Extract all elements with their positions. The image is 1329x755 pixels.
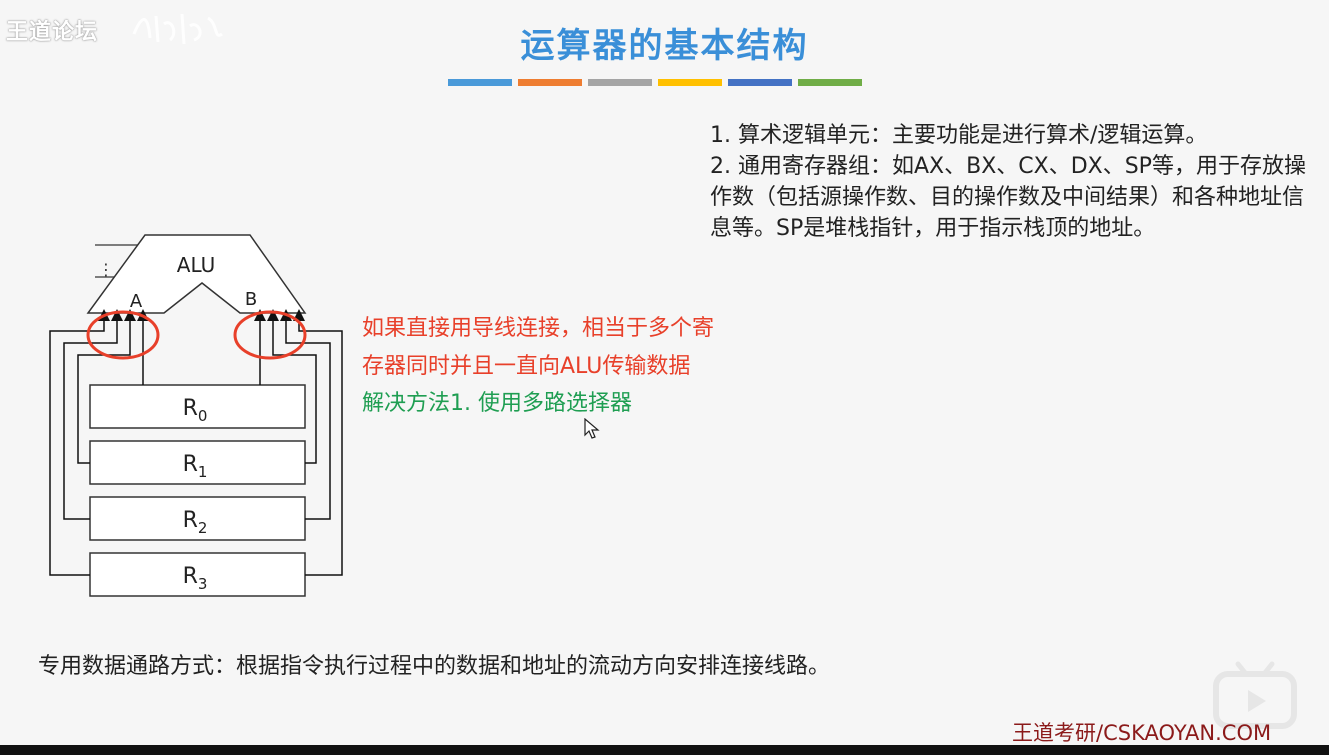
- highlight-ellipse-a: [86, 310, 160, 360]
- port-b-label: B: [245, 289, 257, 310]
- port-a-label: A: [130, 291, 143, 312]
- info-alu: 1. 算术逻辑单元：主要功能是进行算术/逻辑运算。: [710, 123, 1208, 148]
- red-note-line: 存器同时并且一直向ALU传输数据: [362, 354, 691, 379]
- mouse-cursor-icon: [584, 418, 600, 439]
- register-subscript: 3: [198, 575, 208, 593]
- color-bar-segment: [588, 79, 652, 86]
- red-note-line: 如果直接用导线连接，相当于多个寄: [362, 316, 715, 341]
- register-label: R: [183, 452, 198, 477]
- register-subscript: 0: [198, 407, 208, 425]
- green-note: 解决方法1. 使用多路选择器: [362, 391, 632, 416]
- highlight-ellipse-b: [233, 310, 307, 360]
- slide-title: 运算器的基本结构: [520, 26, 809, 66]
- register-r1: R1: [89, 440, 306, 485]
- alu-label: ALU: [177, 253, 215, 277]
- register-r2: R2: [89, 496, 306, 541]
- color-bar-segment: [448, 79, 512, 86]
- red-note: 如果直接用导线连接，相当于多个寄 存器同时并且一直向ALU传输数据: [362, 310, 782, 386]
- register-label: R: [183, 564, 198, 589]
- footer-brand: 王道考研/CSKAOYAN.COM: [1012, 721, 1272, 745]
- info-registers: 2. 通用寄存器组：如AX、BX、CX、DX、SP等，用于存放操作数（包括源操作…: [710, 154, 1306, 241]
- register-subscript: 2: [198, 519, 208, 537]
- color-bar-segment: [658, 79, 722, 86]
- color-bar-segment: [518, 79, 582, 86]
- dedicated-path-text: 专用数据通路方式：根据指令执行过程中的数据和地址的流动方向安排连接线路。: [38, 654, 831, 679]
- more-registers-dots: ⋮: [98, 260, 114, 279]
- color-bar-segment: [798, 79, 862, 86]
- register-label: R: [183, 396, 198, 421]
- register-r3: R3: [89, 552, 306, 597]
- video-bottom-bar: [0, 745, 1329, 755]
- register-r0: R0: [89, 384, 306, 429]
- register-label: R: [183, 508, 198, 533]
- register-subscript: 1: [198, 463, 208, 481]
- color-bar-segment: [728, 79, 792, 86]
- title-color-bar: [448, 79, 862, 86]
- info-panel: 1. 算术逻辑单元：主要功能是进行算术/逻辑运算。 2. 通用寄存器组：如AX、…: [710, 120, 1310, 244]
- alu-register-diagram: ⋮ ALU A B R0 R1 R2 R3: [49, 234, 343, 597]
